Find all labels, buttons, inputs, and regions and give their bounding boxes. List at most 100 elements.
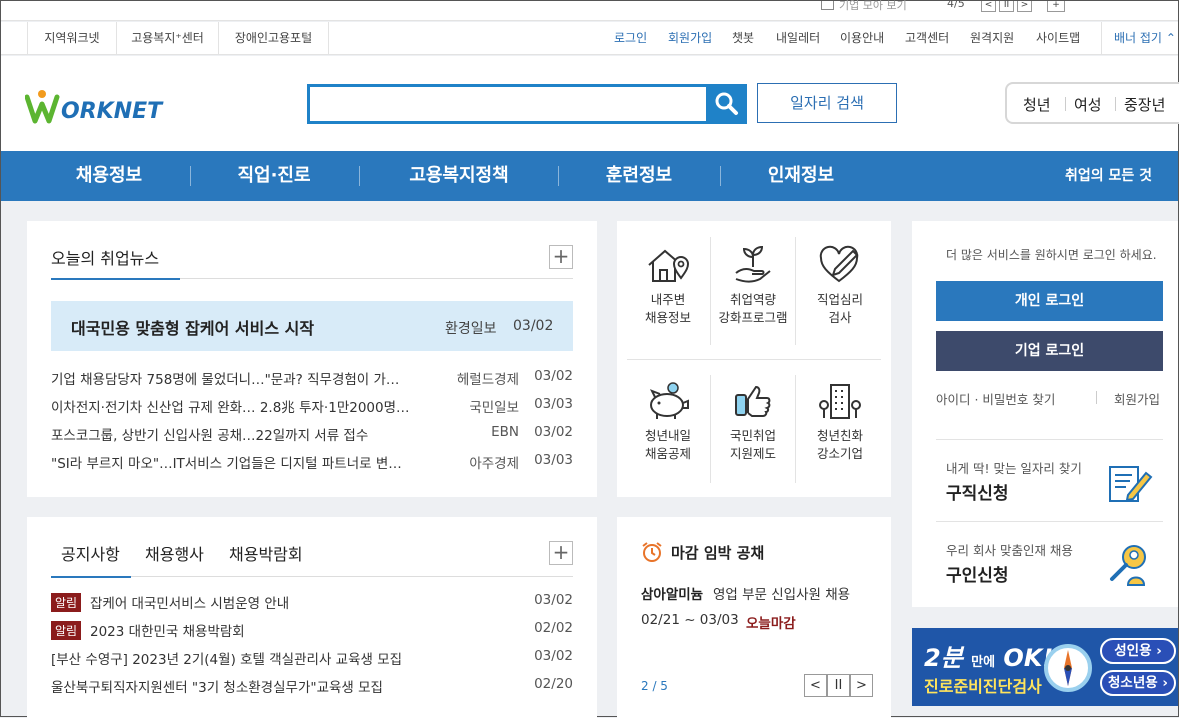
join-link[interactable]: 회원가입 — [1114, 389, 1160, 408]
tab-job-fair[interactable]: 채용박람회 — [229, 541, 303, 565]
news-highlight-source: 환경일보 — [445, 321, 497, 337]
notice-row[interactable]: 알림 2023 대한민국 채용박람회 02/02 — [51, 620, 573, 640]
service-label: 취업역량 — [729, 292, 776, 307]
quick-services-panel: 내주변 채용정보 취업역량 강화프로그램 직업심리 검사 청년내일 채움공제 국… — [617, 221, 891, 497]
banner-add-button[interactable]: + — [1047, 1, 1065, 12]
deadline-prev-button[interactable]: < — [804, 674, 827, 697]
target-women[interactable]: 여성 — [1074, 94, 1102, 115]
news-more-button[interactable]: + — [549, 245, 573, 269]
worknet-logo[interactable]: ORKNET — [24, 87, 185, 125]
banner-next-button[interactable]: > — [1017, 1, 1032, 12]
service-psych-test[interactable]: 직업심리 검사 — [797, 245, 883, 327]
nav-training[interactable]: 훈련정보 — [589, 151, 689, 201]
news-highlight[interactable]: 대국민용 맞춤형 잡케어 서비스 시작 환경일보 03/02 — [51, 301, 573, 351]
notice-more-button[interactable]: + — [549, 541, 573, 565]
service-national-employment[interactable]: 국민취업 지원제도 — [710, 381, 796, 463]
hand-sprout-icon — [735, 245, 771, 283]
util-join-link[interactable]: 회원가입 — [668, 22, 712, 55]
banner-fold-button[interactable]: 배너 접기 ⌃ — [1101, 22, 1178, 55]
divider — [720, 166, 721, 186]
banner-adult-button[interactable]: 성인용 › — [1100, 638, 1176, 664]
deadline-company[interactable]: 삼아알미늄 — [641, 583, 703, 603]
news-row[interactable]: 포스코그룹, 상반기 신입사원 공채…22일까지 서류 접수 EBN 03/02 — [51, 424, 573, 444]
tab-notice[interactable]: 공지사항 — [61, 541, 120, 565]
job-offer-title: 구인신청 — [946, 566, 1009, 586]
active-tab-indicator — [51, 576, 131, 578]
search-input[interactable] — [307, 84, 709, 124]
service-label: 강화프로그램 — [718, 310, 788, 325]
news-date: 03/03 — [534, 452, 573, 468]
career-test-banner[interactable]: 2분 만에 OK! 진로준비진단검사 성인용 › 청소년용 › — [912, 628, 1178, 706]
notice-date: 02/02 — [534, 620, 573, 636]
service-nearby-jobs[interactable]: 내주변 채용정보 — [625, 245, 711, 327]
notice-row[interactable]: 울산북구퇴직자지원센터 "3기 청소환경실무가"교육생 모집 02/20 — [51, 676, 573, 696]
heart-pen-icon — [819, 245, 859, 283]
util-support-link[interactable]: 고객센터 — [905, 22, 949, 55]
piggy-bank-icon — [649, 382, 689, 419]
news-row[interactable]: 기업 채용담당자 758명에 물었더니…"문과? 직무경험이 가… 헤럴드경제 … — [51, 368, 573, 388]
deadline-title: 마감 임박 공채 — [671, 544, 765, 562]
divider — [1096, 391, 1097, 404]
banner-headline-small: 만에 — [971, 655, 996, 670]
login-panel: 더 많은 서비스를 원하시면 로그인 하세요. 개인 로그인 기업 로그인 아이… — [912, 221, 1178, 607]
util-sitemap-link[interactable]: 사이트맵 — [1036, 22, 1080, 55]
util-link-local-worknet[interactable]: 지역워크넷 — [27, 22, 117, 55]
util-remote-link[interactable]: 원격지원 — [970, 22, 1014, 55]
util-letter-link[interactable]: 내일레터 — [776, 22, 820, 55]
target-youth[interactable]: 청년 — [1023, 94, 1051, 115]
find-id-password-link[interactable]: 아이디 · 비밀번호 찾기 — [936, 389, 1055, 408]
notice-row[interactable]: 알림 잡케어 대국민서비스 시범운영 안내 03/02 — [51, 592, 573, 612]
target-middle-aged[interactable]: 중장년 — [1124, 94, 1165, 115]
job-seek-sub: 내게 딱! 맞는 일자리 찾기 — [946, 461, 1082, 476]
deadline-job[interactable]: 영업 부문 신입사원 채용 — [713, 583, 850, 603]
search-button[interactable] — [707, 84, 747, 124]
banner-subtitle: 진로준비진단검사 — [924, 677, 1042, 696]
util-chatbot-link[interactable]: 챗봇 — [732, 22, 754, 55]
service-youth-friendly-company[interactable]: 청년친화 강소기업 — [797, 381, 883, 463]
notice-badge: 알림 — [51, 621, 82, 640]
job-seek-apply-link[interactable]: 내게 딱! 맞는 일자리 찾기 구직신청 — [912, 439, 1178, 521]
divider — [627, 359, 881, 360]
news-date: 03/02 — [534, 368, 573, 384]
news-row[interactable]: 이차전지·전기차 신산업 규제 완화… 2.8兆 투자·1만2000명… 국민일… — [51, 396, 573, 416]
nav-welfare-policy[interactable]: 고용복지정책 — [389, 151, 529, 201]
company-login-button[interactable]: 기업 로그인 — [936, 331, 1163, 371]
util-link-welfare-center[interactable]: 고용복지⁺센터 — [117, 22, 219, 55]
job-search-button[interactable]: 일자리 검색 — [757, 83, 897, 123]
notice-date: 03/02 — [534, 592, 573, 608]
banner-youth-button[interactable]: 청소년용 › — [1100, 670, 1176, 696]
deadline-next-button[interactable]: > — [850, 674, 873, 697]
house-location-icon — [648, 249, 690, 282]
banner-pause-button[interactable]: II — [999, 1, 1014, 12]
notice-title: 잡케어 대국민서비스 시범운영 안내 — [90, 596, 290, 612]
news-highlight-date: 03/02 — [513, 318, 554, 334]
banner-prev-button[interactable]: < — [981, 1, 996, 12]
service-youth-savings[interactable]: 청년내일 채움공제 — [625, 381, 711, 463]
nav-all-menu[interactable]: 취업의 모든 것 — [1065, 151, 1152, 201]
nav-career[interactable]: 직업·진로 — [219, 151, 329, 201]
news-title-text: 이차전지·전기차 신산업 규제 완화… 2.8兆 투자·1만2000명… — [51, 400, 410, 416]
news-row[interactable]: "SI라 부르지 마오"…IT서비스 기업들은 디지털 파트너로 변… 아주경제… — [51, 452, 573, 472]
util-link-disability-portal[interactable]: 장애인고용포털 — [219, 22, 329, 55]
job-offer-apply-link[interactable]: 우리 회사 맞춤인재 채용 구인신청 — [912, 521, 1178, 603]
divider — [190, 166, 191, 186]
nav-talent[interactable]: 인재정보 — [751, 151, 851, 201]
util-guide-link[interactable]: 이용안내 — [840, 22, 884, 55]
tab-hiring-events[interactable]: 채용행사 — [145, 541, 204, 565]
util-login-link[interactable]: 로그인 — [614, 22, 647, 55]
personal-login-button[interactable]: 개인 로그인 — [936, 281, 1163, 321]
banner-checkbox[interactable] — [821, 1, 834, 10]
news-title[interactable]: 오늘의 취업뉴스 — [51, 245, 159, 269]
main-navigation: 채용정보 직업·진로 고용복지정책 훈련정보 인재정보 취업의 모든 것 — [1, 151, 1178, 201]
notice-panel: 공지사항 채용행사 채용박람회 + 알림 잡케어 대국민서비스 시범운영 안내 … — [27, 517, 597, 718]
nav-job-info[interactable]: 채용정보 — [59, 151, 159, 201]
deadline-pause-button[interactable]: II — [827, 674, 850, 697]
divider — [1065, 97, 1066, 111]
notice-date: 03/02 — [534, 648, 573, 664]
notice-row[interactable]: [부산 수영구] 2023년 2기(4월) 호텔 객실관리사 교육생 모집 03… — [51, 648, 573, 668]
plus-icon: + — [552, 540, 570, 564]
service-employability-program[interactable]: 취업역량강화프로그램 — [710, 245, 796, 327]
alarm-clock-icon — [642, 542, 662, 562]
news-source: EBN — [491, 424, 519, 440]
compass-icon — [1044, 644, 1092, 692]
